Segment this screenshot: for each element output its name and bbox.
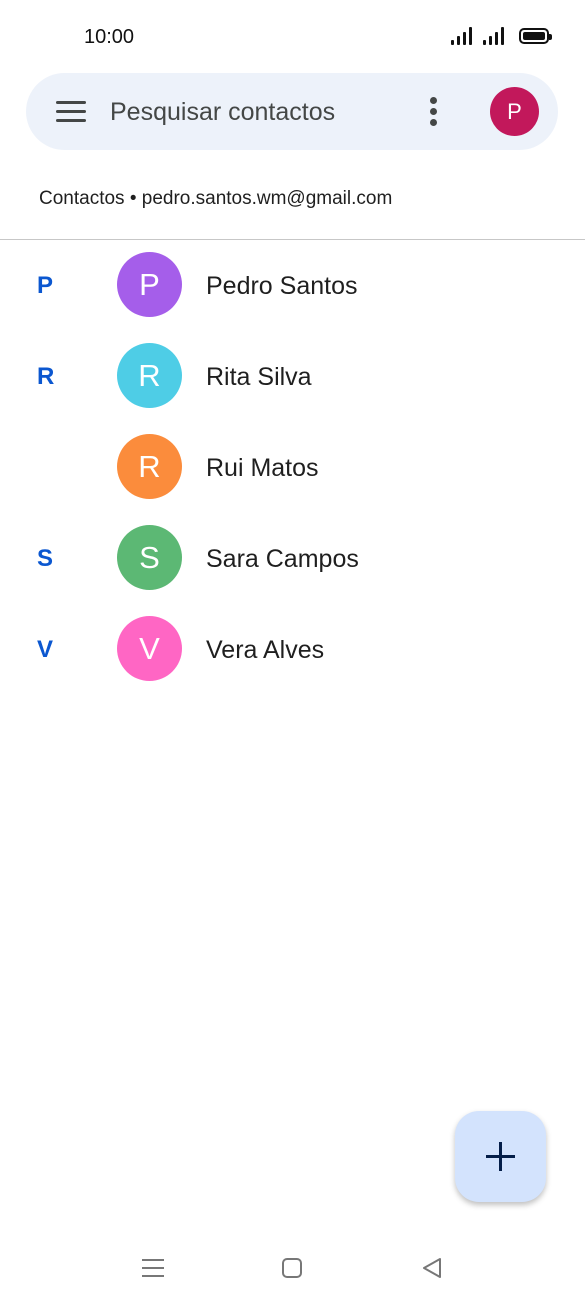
profile-avatar[interactable]: P [490,87,539,136]
section-letter: P [37,272,54,299]
more-vert-icon[interactable] [424,97,444,127]
contact-avatar: P [117,252,182,317]
status-bar: 10:00 [0,0,585,74]
contact-list: P P Pedro Santos R R Rita Silva R Rui Ma… [0,252,585,707]
plus-icon [486,1142,515,1171]
add-contact-button[interactable] [455,1111,546,1202]
signal-icon [451,27,475,45]
battery-icon [519,28,552,44]
section-letter: V [37,636,54,663]
contact-name: Rita Silva [206,363,312,391]
home-icon [282,1258,302,1278]
contact-name: Rui Matos [206,454,319,482]
contact-avatar: R [117,343,182,408]
contact-avatar: R [117,434,182,499]
search-input[interactable] [110,93,410,131]
contact-row[interactable]: V V Vera Alves [0,616,585,707]
contact-row[interactable]: P P Pedro Santos [0,252,585,343]
menu-icon[interactable] [56,101,86,123]
contact-row[interactable]: R R Rita Silva [0,343,585,434]
back-button[interactable] [412,1248,452,1288]
signal-icon [483,27,507,45]
divider [0,239,585,240]
status-icons [451,27,552,45]
contact-name: Vera Alves [206,636,325,664]
home-button[interactable] [272,1248,312,1288]
back-icon [423,1258,441,1278]
contacts-screen: 10:00 Pesquisar contactos P Contactos • … [0,0,585,1300]
contact-avatar: S [117,525,182,590]
section-letter: S [37,545,54,572]
contact-avatar: V [117,616,182,681]
contact-name: Pedro Santos [206,272,358,300]
contact-row[interactable]: R Rui Matos [0,434,585,525]
account-label: Contactos • pedro.santos.wm@gmail.com [39,188,393,209]
recents-button[interactable] [133,1248,173,1288]
contact-name: Sara Campos [206,545,359,573]
system-nav-bar [0,1230,585,1300]
recents-icon [142,1259,164,1277]
contact-row[interactable]: S S Sara Campos [0,525,585,616]
search-bar: P [26,73,558,150]
status-time: 10:00 [84,26,135,48]
section-letter: R [37,363,55,390]
